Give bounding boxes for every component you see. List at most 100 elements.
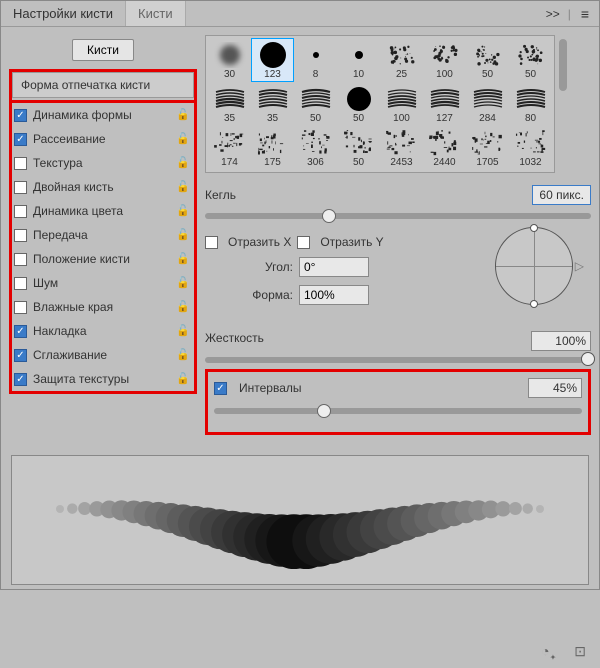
brush-preset[interactable]: 35 <box>251 82 294 126</box>
brush-preset[interactable]: 50 <box>466 38 509 82</box>
setting-checkbox[interactable] <box>14 301 27 314</box>
setting-label: Сглаживание <box>33 348 176 362</box>
setting-label: Защита текстуры <box>33 372 176 386</box>
brush-preset[interactable]: 284 <box>466 82 509 126</box>
brush-preset[interactable]: 1032 <box>509 126 552 170</box>
setting-label: Влажные края <box>33 300 176 314</box>
brush-tip-shape-header[interactable]: Форма отпечатка кисти <box>12 72 194 98</box>
flip-x-label: Отразить X <box>228 235 291 249</box>
setting-row[interactable]: ✓ Динамика формы🔓 <box>12 103 194 127</box>
setting-checkbox[interactable] <box>14 277 27 290</box>
setting-row[interactable]: Динамика цвета🔓 <box>12 199 194 223</box>
brush-preset[interactable]: 25 <box>380 38 423 82</box>
preset-scrollbar[interactable] <box>559 39 567 91</box>
preset-size-label: 50 <box>353 113 364 124</box>
brush-preset[interactable]: 50 <box>337 126 380 170</box>
preset-size-label: 2440 <box>433 157 455 168</box>
preset-size-label: 2453 <box>390 157 412 168</box>
brush-preset[interactable]: 100 <box>380 82 423 126</box>
setting-checkbox[interactable] <box>14 157 27 170</box>
lock-icon[interactable]: 🔓 <box>176 228 190 242</box>
brush-preset[interactable]: 80 <box>509 82 552 126</box>
setting-row[interactable]: Передача🔓 <box>12 223 194 247</box>
lock-icon[interactable]: 🔓 <box>176 156 190 170</box>
setting-row[interactable]: Двойная кисть🔓 <box>12 175 194 199</box>
flip-x-checkbox[interactable] <box>205 236 218 249</box>
spacing-checkbox[interactable]: ✓ <box>214 382 227 395</box>
setting-checkbox[interactable]: ✓ <box>14 349 27 362</box>
brush-preset-grid[interactable]: 3012381025100505035355050100127284801741… <box>205 35 555 173</box>
brush-preset[interactable]: 127 <box>423 82 466 126</box>
angle-input[interactable] <box>299 257 369 277</box>
flip-y-checkbox[interactable] <box>297 236 310 249</box>
angle-widget[interactable]: ▷ <box>495 227 591 313</box>
setting-checkbox[interactable] <box>14 181 27 194</box>
brush-preset[interactable]: 123 <box>251 38 294 82</box>
preset-size-label: 80 <box>525 113 536 124</box>
lock-icon[interactable]: 🔓 <box>176 300 190 314</box>
brush-preset[interactable]: 100 <box>423 38 466 82</box>
spacing-slider[interactable] <box>214 408 582 414</box>
setting-row[interactable]: Текстура🔓 <box>12 151 194 175</box>
setting-checkbox[interactable]: ✓ <box>14 373 27 386</box>
preset-size-label: 50 <box>482 69 493 80</box>
setting-row[interactable]: Шум🔓 <box>12 271 194 295</box>
preset-size-label: 1032 <box>519 157 541 168</box>
brush-preset[interactable]: 50 <box>509 38 552 82</box>
setting-row[interactable]: ✓ Защита текстуры🔓 <box>12 367 194 391</box>
brush-preset[interactable]: 35 <box>208 82 251 126</box>
brush-preset[interactable]: 8 <box>294 38 337 82</box>
hardness-slider[interactable] <box>205 357 591 363</box>
lock-icon[interactable]: 🔓 <box>176 276 190 290</box>
roundness-input[interactable] <box>299 285 369 305</box>
brush-preset[interactable]: 2440 <box>423 126 466 170</box>
toggle-preview-icon[interactable]: ◔✦ <box>541 643 556 662</box>
tab-brush-settings[interactable]: Настройки кисти <box>1 1 126 26</box>
hardness-input[interactable]: 100% <box>531 331 591 351</box>
tab-brushes[interactable]: Кисти <box>126 1 186 26</box>
brush-preset[interactable]: 50 <box>294 82 337 126</box>
lock-icon[interactable]: 🔓 <box>176 372 190 386</box>
setting-checkbox[interactable]: ✓ <box>14 109 27 122</box>
setting-row[interactable]: ✓Рассеивание🔓 <box>12 127 194 151</box>
brush-preset[interactable]: 30 <box>208 38 251 82</box>
brush-preset[interactable]: 2453 <box>380 126 423 170</box>
size-input[interactable]: 60 пикс. <box>532 185 591 205</box>
preset-size-label: 35 <box>224 113 235 124</box>
setting-checkbox[interactable]: ✓ <box>14 133 27 146</box>
new-preset-icon[interactable]: ⊡ <box>574 643 586 662</box>
brush-preset[interactable]: 174 <box>208 126 251 170</box>
brush-preset[interactable]: 175 <box>251 126 294 170</box>
panel-menu-icon[interactable]: ≡ <box>571 6 599 22</box>
setting-checkbox[interactable] <box>14 253 27 266</box>
lock-icon[interactable]: 🔓 <box>176 108 190 122</box>
spacing-input[interactable]: 45% <box>528 378 582 398</box>
setting-row[interactable]: Влажные края🔓 <box>12 295 194 319</box>
setting-row[interactable]: Положение кисти🔓 <box>12 247 194 271</box>
roundness-label: Форма: <box>252 288 293 302</box>
lock-icon[interactable]: 🔓 <box>176 180 190 194</box>
setting-label: Динамика формы <box>33 108 176 122</box>
setting-label: Передача <box>33 228 176 242</box>
lock-icon[interactable]: 🔓 <box>176 204 190 218</box>
brush-preset[interactable]: 10 <box>337 38 380 82</box>
brush-preset[interactable]: 306 <box>294 126 337 170</box>
lock-icon[interactable]: 🔓 <box>176 324 190 338</box>
brushes-button[interactable]: Кисти <box>72 39 134 61</box>
setting-checkbox[interactable]: ✓ <box>14 325 27 338</box>
lock-icon[interactable]: 🔓 <box>176 132 190 146</box>
setting-checkbox[interactable] <box>14 229 27 242</box>
size-label: Кегль <box>205 188 236 202</box>
brush-preset[interactable]: 1705 <box>466 126 509 170</box>
setting-row[interactable]: ✓ Сглаживание🔓 <box>12 343 194 367</box>
setting-row[interactable]: ✓Накладка🔓 <box>12 319 194 343</box>
size-slider[interactable] <box>205 213 591 219</box>
setting-checkbox[interactable] <box>14 205 27 218</box>
brush-preset[interactable]: 50 <box>337 82 380 126</box>
lock-icon[interactable]: 🔓 <box>176 252 190 266</box>
preset-size-label: 25 <box>396 69 407 80</box>
angle-label: Угол: <box>265 260 293 274</box>
preset-size-label: 50 <box>310 113 321 124</box>
lock-icon[interactable]: 🔓 <box>176 348 190 362</box>
collapse-chevrons-icon[interactable]: >> <box>538 7 568 21</box>
